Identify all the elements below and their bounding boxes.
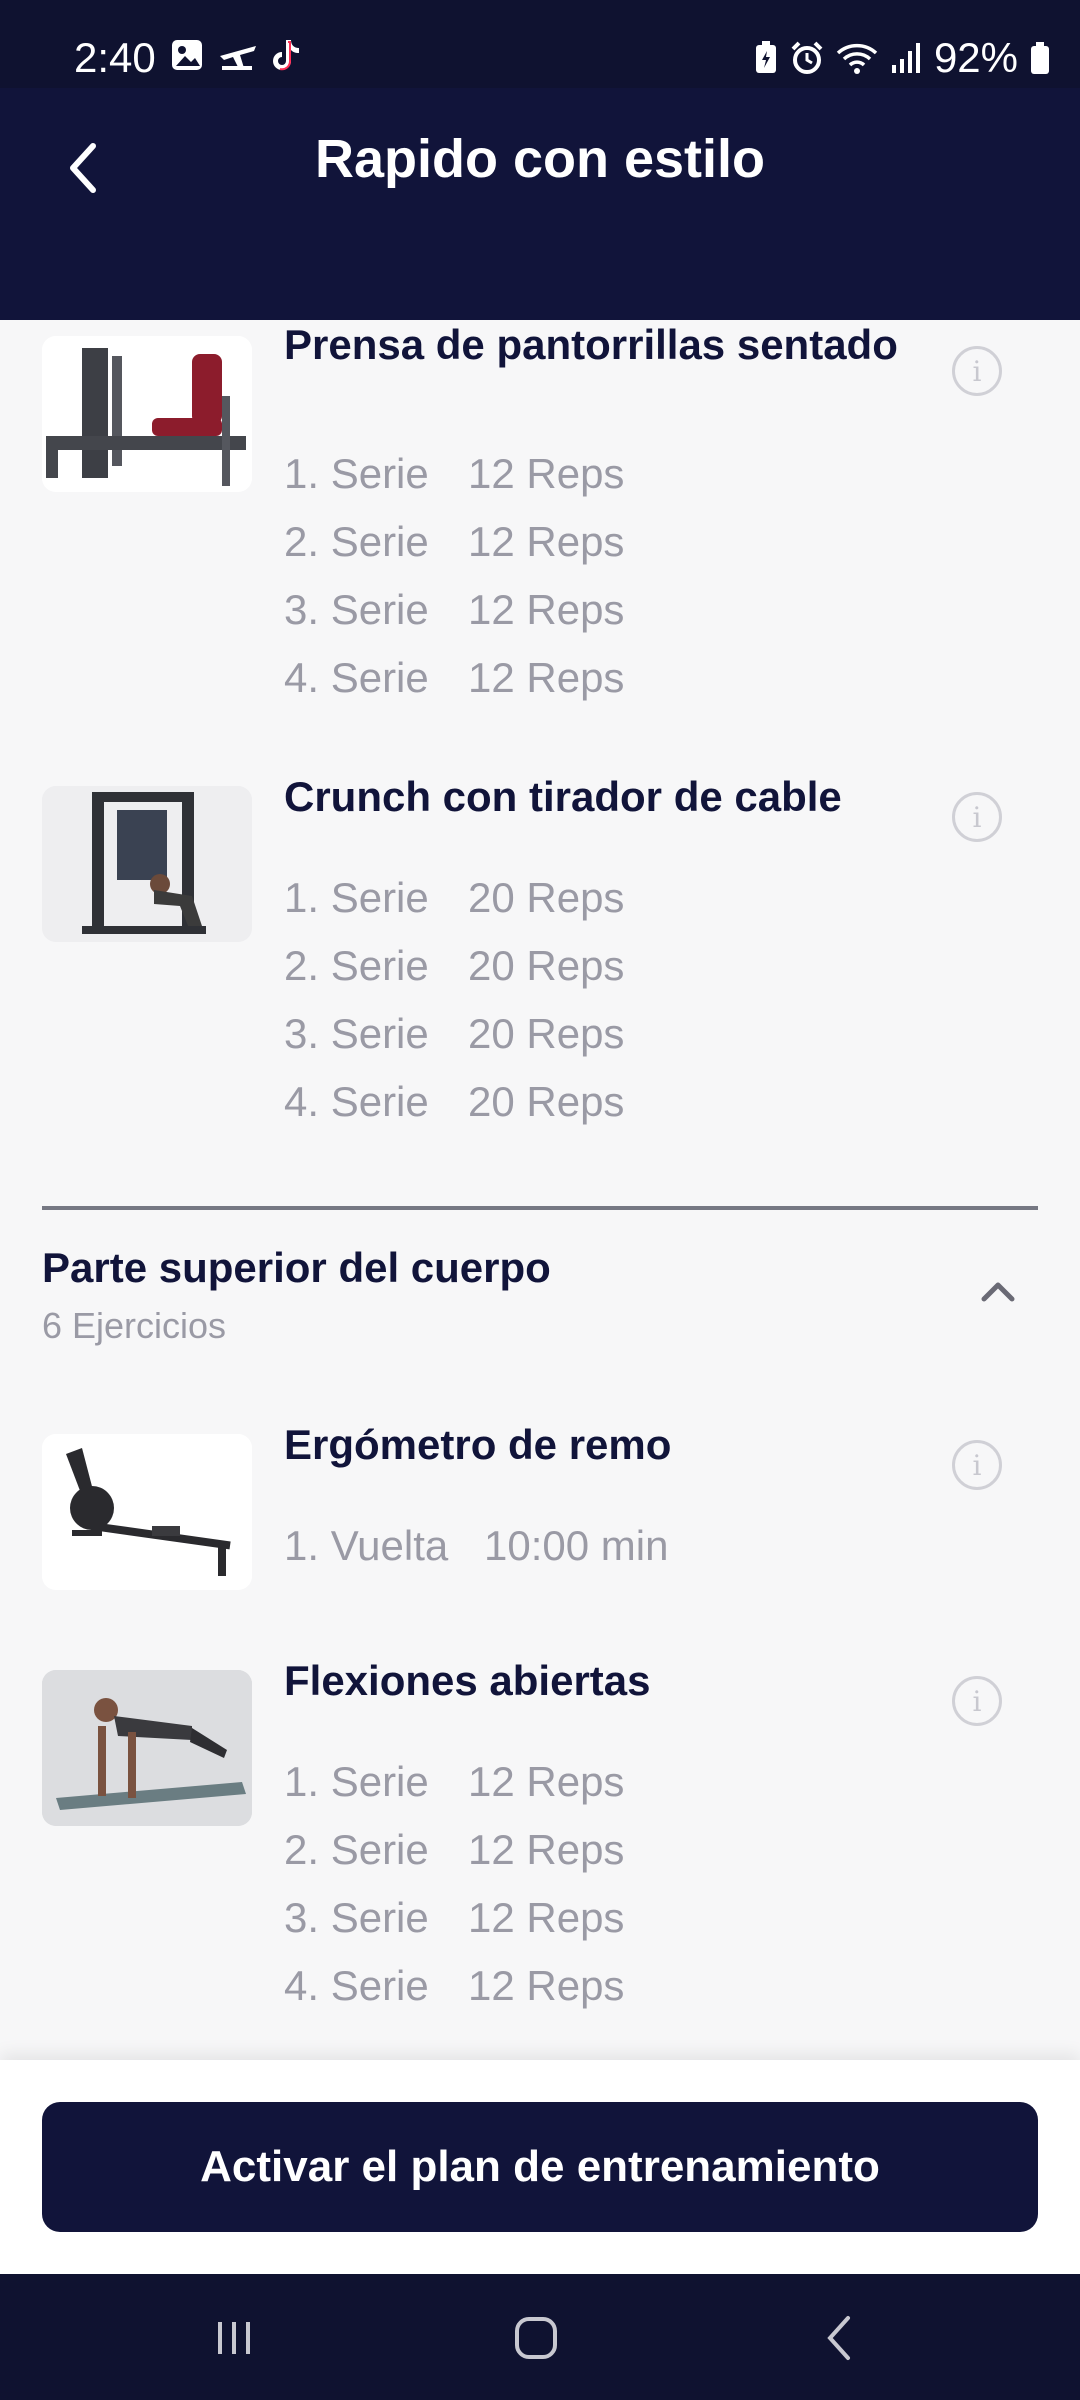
system-nav-bar bbox=[0, 2274, 1080, 2400]
section-exercise-count: 6 Ejercicios bbox=[42, 1305, 227, 1346]
info-icon: i bbox=[972, 354, 982, 388]
set-row: 1. Vuelta 10:00 min bbox=[284, 1512, 668, 1580]
set-value: 12 Reps bbox=[468, 586, 625, 633]
set-value: 12 Reps bbox=[468, 518, 625, 565]
home-button[interactable] bbox=[496, 2306, 576, 2370]
set-number: 4. Serie bbox=[284, 654, 429, 701]
set-row: 4. Serie 12 Reps bbox=[284, 1952, 624, 2020]
system-icons: 92% bbox=[754, 34, 1050, 82]
set-value: 12 Reps bbox=[468, 1758, 625, 1805]
exercise-name: Ergómetro de remo bbox=[284, 1421, 672, 1468]
set-number: 1. Serie bbox=[284, 1758, 429, 1805]
set-row: 2. Serie 12 Reps bbox=[284, 508, 624, 576]
set-value: 10:00 min bbox=[484, 1522, 669, 1569]
section-divider bbox=[42, 1206, 1038, 1210]
app-bar: Rapido con estilo bbox=[0, 88, 1080, 320]
set-row: 2. Serie 20 Reps bbox=[284, 932, 624, 1000]
set-number: 1. Vuelta bbox=[284, 1522, 449, 1569]
info-button[interactable]: i bbox=[952, 1440, 1002, 1490]
set-number: 3. Serie bbox=[284, 1894, 429, 1941]
set-row: 3. Serie 12 Reps bbox=[284, 576, 624, 644]
info-icon: i bbox=[972, 1448, 982, 1482]
set-number: 2. Serie bbox=[284, 942, 429, 989]
back-icon bbox=[827, 2316, 850, 2360]
status-time: 2:40 bbox=[74, 34, 156, 81]
set-value: 12 Reps bbox=[468, 1826, 625, 1873]
exercise-image-calf-press bbox=[42, 336, 252, 492]
exercise-image-cable-crunch bbox=[42, 786, 252, 942]
set-value: 20 Reps bbox=[468, 942, 625, 989]
battery-saver-icon bbox=[755, 41, 776, 73]
collapse-button[interactable] bbox=[968, 1262, 1028, 1322]
set-value: 12 Reps bbox=[468, 1894, 625, 1941]
info-button[interactable]: i bbox=[952, 792, 1002, 842]
set-number: 2. Serie bbox=[284, 1826, 429, 1873]
set-number: 1. Serie bbox=[284, 874, 429, 921]
set-row: 1. Serie 20 Reps bbox=[284, 864, 624, 932]
set-number: 3. Serie bbox=[284, 586, 429, 633]
chevron-up-icon bbox=[981, 1282, 1015, 1302]
set-list: 1. Serie 12 Reps 2. Serie 12 Reps 3. Serie… bbox=[284, 440, 624, 712]
info-button[interactable]: i bbox=[952, 1676, 1002, 1726]
set-value: 12 Reps bbox=[468, 1962, 625, 2009]
set-value: 12 Reps bbox=[468, 654, 625, 701]
exercise-name: Crunch con tirador de cable bbox=[284, 773, 842, 820]
set-value: 20 Reps bbox=[468, 1010, 625, 1057]
set-number: 2. Serie bbox=[284, 518, 429, 565]
recent-apps-icon bbox=[218, 2322, 250, 2354]
exercise-name: Flexiones abiertas bbox=[284, 1657, 651, 1704]
battery-icon bbox=[1031, 42, 1049, 74]
set-value: 20 Reps bbox=[468, 1078, 625, 1125]
set-row: 1. Serie 12 Reps bbox=[284, 1748, 624, 1816]
set-list: 1. Serie 12 Reps 2. Serie 12 Reps 3. Serie… bbox=[284, 1748, 624, 2020]
set-list: 1. Vuelta 10:00 min bbox=[284, 1512, 668, 1580]
nav-back-button[interactable] bbox=[800, 2306, 880, 2370]
wifi-icon bbox=[836, 43, 878, 74]
recent-apps-button[interactable] bbox=[194, 2306, 274, 2370]
tiktok-icon bbox=[273, 40, 299, 71]
alarm-icon bbox=[791, 41, 823, 74]
set-list: 1. Serie 20 Reps 2. Serie 20 Reps 3. Serie… bbox=[284, 864, 624, 1136]
set-value: 20 Reps bbox=[468, 874, 625, 921]
section-header[interactable]: Parte superior del cuerpo 6 Ejercicios bbox=[42, 1238, 1038, 1354]
info-button[interactable]: i bbox=[952, 346, 1002, 396]
battery-percent: 92% bbox=[933, 34, 1018, 81]
status-bar: 2:40 92% bbox=[0, 0, 1080, 88]
signal-icon bbox=[891, 43, 920, 73]
set-row: 4. Serie 20 Reps bbox=[284, 1068, 624, 1136]
set-value: 12 Reps bbox=[468, 450, 625, 497]
set-number: 3. Serie bbox=[284, 1010, 429, 1057]
set-row: 3. Serie 20 Reps bbox=[284, 1000, 624, 1068]
info-icon: i bbox=[972, 1684, 982, 1718]
exercise-name: Prensa de pantorrillas sentado bbox=[284, 321, 898, 368]
set-row: 3. Serie 12 Reps bbox=[284, 1884, 624, 1952]
set-row: 2. Serie 12 Reps bbox=[284, 1816, 624, 1884]
activate-plan-button[interactable]: Activar el plan de entrenamiento bbox=[42, 2102, 1038, 2232]
section-title: Parte superior del cuerpo bbox=[42, 1244, 551, 1291]
info-icon: i bbox=[972, 800, 982, 834]
set-number: 4. Serie bbox=[284, 1962, 429, 2009]
set-number: 4. Serie bbox=[284, 1078, 429, 1125]
home-icon bbox=[515, 2317, 557, 2359]
page-title: Rapido con estilo bbox=[314, 129, 766, 189]
exercise-image-pushup bbox=[42, 1670, 252, 1826]
set-number: 1. Serie bbox=[284, 450, 429, 497]
flight-icon bbox=[220, 46, 256, 70]
set-row: 4. Serie 12 Reps bbox=[284, 644, 624, 712]
exercise-image-rowing bbox=[42, 1434, 252, 1590]
gallery-icon bbox=[172, 40, 202, 70]
notification-icons bbox=[170, 38, 302, 72]
workout-list[interactable]: Prensa de pantorrillas sentado i 1. Seri… bbox=[0, 320, 1080, 2060]
bottom-action-bar: Activar el plan de entrenamiento bbox=[0, 2060, 1080, 2274]
set-row: 1. Serie 12 Reps bbox=[284, 440, 624, 508]
